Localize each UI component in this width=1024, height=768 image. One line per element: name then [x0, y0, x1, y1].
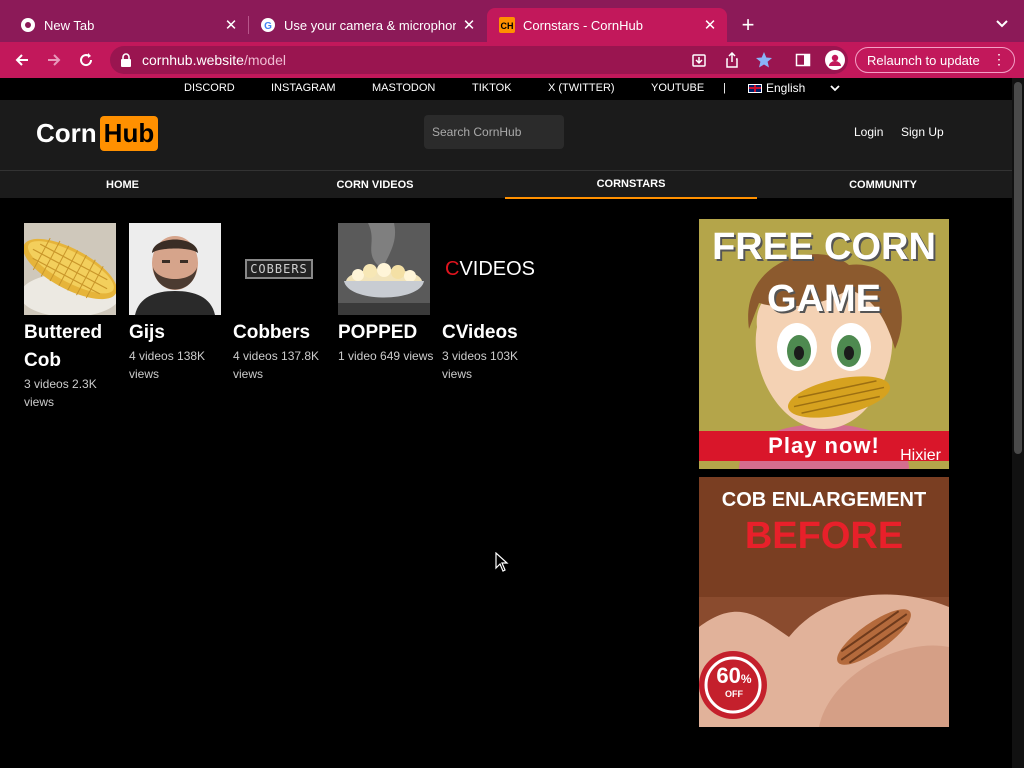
tab-title: New Tab — [44, 17, 95, 33]
ad-game-headline: FREE CORN GAME — [712, 226, 936, 320]
mouse-cursor-icon — [495, 551, 509, 577]
cornstar-stats: 3 videos 2.3K views — [24, 377, 97, 409]
cornstar-name[interactable]: Gijs — [129, 319, 229, 347]
free-corn-game-ad[interactable]: FREE CORN GAME Play now! Hixier — [699, 219, 949, 469]
page-content: DISCORD INSTAGRAM MASTODON TIKTOK X (TWI… — [0, 78, 1012, 768]
nav-cornstars[interactable]: CORNSTARS — [505, 171, 757, 199]
url-text: cornhub.website/model — [142, 52, 286, 68]
more-vert-icon[interactable]: ⋮ — [992, 51, 1006, 68]
nav-corn-videos[interactable]: CORN VIDEOS — [245, 171, 505, 199]
install-icon[interactable] — [690, 51, 708, 69]
cornstar-card[interactable]: Gijs 4 videos 138K views — [129, 223, 229, 383]
nav-home[interactable]: HOME — [0, 171, 245, 199]
cornstar-name[interactable]: Buttered Cob — [24, 319, 124, 375]
cornhub-favicon-icon: CH — [499, 17, 515, 33]
svg-text:G: G — [264, 21, 272, 32]
cob-enlargement-ad[interactable]: COB ENLARGEMENT BEFORE 60% OFF — [699, 477, 949, 727]
site-logo[interactable]: Corn Hub — [36, 115, 159, 151]
cobbers-logo-text: COBBERS — [245, 259, 313, 279]
back-icon[interactable] — [10, 48, 34, 72]
main-nav: HOME CORN VIDEOS CORNSTARS COMMUNITY — [0, 170, 1012, 199]
corn-cob-thumbnail[interactable] — [24, 223, 116, 315]
popcorn-thumbnail[interactable] — [338, 223, 430, 315]
ad-enlarge-sub: BEFORE — [744, 515, 904, 557]
tab-cornstars[interactable]: CH Cornstars - CornHub ✕ — [487, 8, 727, 42]
search-placeholder: Search CornHub — [432, 125, 522, 139]
social-link-mastodon[interactable]: MASTODON — [372, 82, 435, 94]
social-bar: DISCORD INSTAGRAM MASTODON TIKTOK X (TWI… — [0, 78, 1012, 100]
cornstar-card[interactable]: Buttered Cob 3 videos 2.3K views — [24, 223, 124, 411]
cornstar-name[interactable]: Cobbers — [233, 319, 333, 347]
cornstar-name[interactable]: POPPED — [338, 319, 438, 347]
page-scrollbar[interactable] — [1012, 78, 1024, 768]
chrome-icon — [20, 17, 36, 33]
svg-text:CH: CH — [501, 21, 514, 31]
relaunch-to-update-button[interactable]: Relaunch to update ⋮ — [855, 47, 1015, 73]
cornstar-card[interactable]: POPPED 1 video 649 views — [338, 223, 438, 365]
social-link-x[interactable]: X (TWITTER) — [548, 82, 615, 94]
cornstar-card[interactable]: COBBERS Cobbers 4 videos 137.8K views — [233, 223, 333, 383]
browser-toolbar: cornhub.website/model Relaunch to update… — [0, 42, 1024, 78]
tab-title: Cornstars - CornHub — [523, 17, 643, 33]
social-link-discord[interactable]: DISCORD — [184, 82, 235, 94]
language-label: English — [766, 81, 806, 95]
chevron-down-icon[interactable] — [992, 14, 1012, 34]
discount-badge: 60% OFF — [716, 663, 752, 700]
cobbers-logo-thumbnail[interactable]: COBBERS — [233, 223, 325, 315]
logo-corn: Corn — [36, 117, 97, 148]
signup-link[interactable]: Sign Up — [901, 125, 944, 139]
share-icon[interactable] — [723, 51, 741, 69]
logo-hub: Hub — [99, 115, 159, 151]
cornstar-card[interactable]: CVIDEOS CVideos 3 videos 103K views — [442, 223, 542, 383]
social-link-tiktok[interactable]: TIKTOK — [472, 82, 512, 94]
cornstar-stats: 4 videos 137.8K views — [233, 349, 320, 381]
forward-icon[interactable] — [42, 48, 66, 72]
chevron-down-icon[interactable] — [830, 83, 840, 95]
close-icon[interactable]: ✕ — [222, 16, 240, 34]
uk-flag-icon — [748, 83, 762, 93]
cornstar-stats: 1 video 649 views — [338, 349, 434, 363]
bookmark-star-icon[interactable] — [755, 51, 773, 69]
login-link[interactable]: Login — [854, 125, 883, 139]
language-select[interactable]: English — [748, 81, 805, 95]
cvideos-logo-thumbnail[interactable]: CVIDEOS — [442, 223, 538, 315]
cornstar-stats: 3 videos 103K views — [442, 349, 519, 381]
tab-new-tab[interactable]: New Tab ✕ — [0, 8, 248, 42]
tab-strip: New Tab ✕ G Use your camera & microphone… — [0, 0, 1024, 42]
social-separator: | — [723, 82, 726, 94]
side-panel-icon[interactable] — [791, 48, 815, 72]
social-link-instagram[interactable]: INSTAGRAM — [271, 82, 336, 94]
scrollbar-thumb[interactable] — [1014, 82, 1022, 454]
social-link-youtube[interactable]: YOUTUBE — [651, 82, 704, 94]
search-input[interactable]: Search CornHub — [424, 115, 564, 149]
reload-icon[interactable] — [74, 48, 98, 72]
cornstar-name[interactable]: CVideos — [442, 319, 542, 347]
close-icon[interactable]: ✕ — [460, 16, 478, 34]
tab-camera[interactable]: G Use your camera & microphone ✕ — [240, 8, 486, 42]
google-icon: G — [260, 17, 276, 33]
cornstar-stats: 4 videos 138K views — [129, 349, 206, 381]
portrait-thumbnail[interactable] — [129, 223, 221, 315]
ad-enlarge-headline: COB ENLARGEMENT — [721, 489, 927, 511]
address-bar[interactable]: cornhub.website/model — [110, 46, 848, 74]
close-icon[interactable]: ✕ — [701, 16, 719, 34]
ad-game-brand: Hixier — [900, 447, 941, 464]
tab-title: Use your camera & microphone — [284, 17, 456, 33]
nav-community[interactable]: COMMUNITY — [757, 171, 1009, 199]
relaunch-label: Relaunch to update — [867, 52, 980, 68]
profile-avatar-icon[interactable] — [823, 48, 847, 72]
cvideos-logo-text: CVIDEOS — [444, 257, 536, 280]
new-tab-icon[interactable]: + — [736, 12, 760, 37]
lock-icon[interactable] — [120, 53, 132, 67]
site-header: Corn Hub Search CornHub Login Sign Up — [0, 100, 1012, 170]
